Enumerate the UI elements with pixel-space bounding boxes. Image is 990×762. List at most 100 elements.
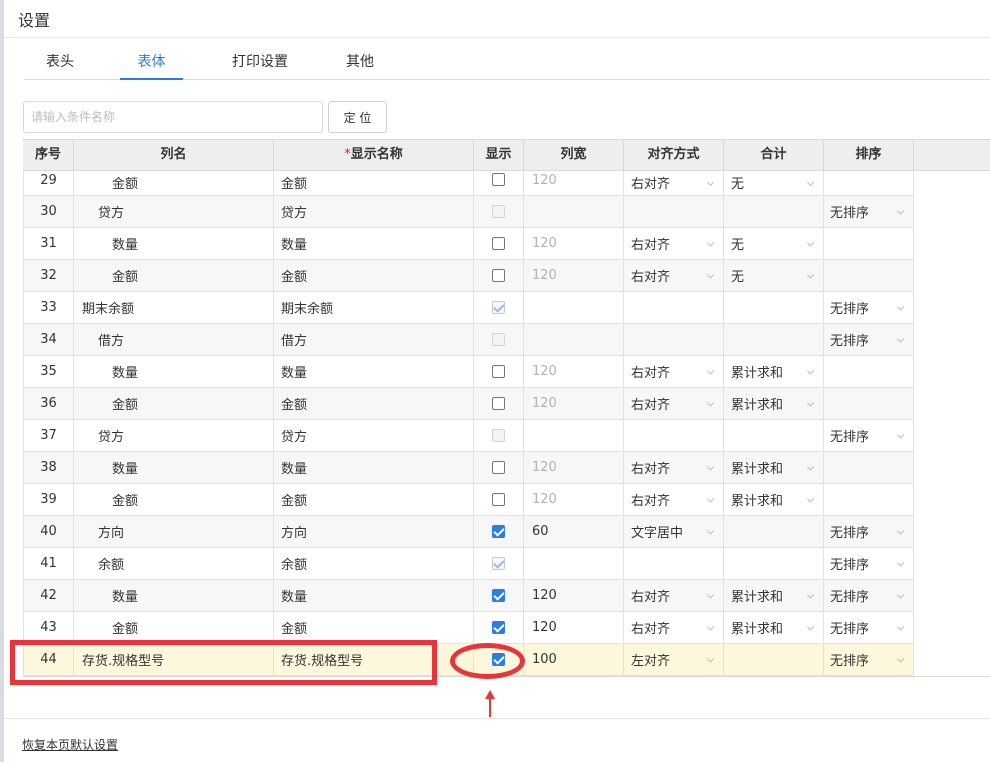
sort-select[interactable]: 无排序 — [824, 292, 914, 323]
width-cell[interactable]: 100 — [524, 644, 624, 675]
column-width-value: 120 — [532, 492, 557, 507]
column-name-cell: 存货.规格型号 — [74, 644, 274, 675]
row-index-cell: 33 — [23, 292, 74, 323]
sort-select[interactable]: 无排序 — [824, 516, 914, 547]
show-checkbox[interactable] — [492, 269, 505, 282]
show-checkbox[interactable] — [492, 397, 505, 410]
width-cell[interactable]: 120 — [524, 228, 624, 259]
total-value: 累计求和 — [731, 398, 784, 413]
tab-other[interactable]: 其他 — [330, 46, 390, 80]
display-name-cell[interactable]: 贷方 — [274, 196, 474, 227]
show-checkbox[interactable] — [492, 525, 505, 538]
header-index: 序号 — [23, 140, 74, 170]
show-checkbox[interactable] — [492, 237, 505, 250]
total-value: 无 — [731, 177, 745, 192]
display-name-cell[interactable]: 期末余额 — [274, 292, 474, 323]
restore-defaults-link[interactable]: 恢复本页默认设置 — [22, 736, 118, 753]
display-name: 方向 — [281, 526, 308, 541]
condition-search-input[interactable] — [23, 101, 323, 133]
display-name-cell[interactable]: 金额 — [274, 612, 474, 643]
alignment-select[interactable]: 右对齐 — [624, 260, 724, 291]
column-name-cell: 金额 — [74, 388, 274, 419]
show-checkbox[interactable] — [492, 365, 505, 378]
total-select[interactable]: 累计求和 — [724, 388, 824, 419]
display-name: 期末余额 — [281, 302, 334, 317]
display-name-cell[interactable]: 余额 — [274, 548, 474, 579]
show-checkbox[interactable] — [492, 653, 505, 666]
width-cell[interactable]: 120 — [524, 171, 624, 195]
width-cell[interactable]: 120 — [524, 484, 624, 515]
column-name: 金额 — [112, 622, 139, 637]
width-cell[interactable]: 120 — [524, 612, 624, 643]
display-name: 贷方 — [281, 430, 308, 445]
width-cell[interactable]: 120 — [524, 452, 624, 483]
sort-select[interactable]: 无排序 — [824, 196, 914, 227]
alignment-select[interactable]: 右对齐 — [624, 452, 724, 483]
display-name-cell[interactable]: 金额 — [274, 484, 474, 515]
width-cell[interactable]: 120 — [524, 580, 624, 611]
total-select[interactable]: 累计求和 — [724, 580, 824, 611]
display-name-cell[interactable]: 数量 — [274, 580, 474, 611]
table-row: 36 金额 金额 120 右对齐 累计求和 — [23, 388, 914, 420]
sort-select[interactable]: 无排序 — [824, 612, 914, 643]
width-cell[interactable]: 60 — [524, 516, 624, 547]
show-checkbox[interactable] — [492, 589, 505, 602]
alignment-select[interactable]: 右对齐 — [624, 356, 724, 387]
column-name: 数量 — [112, 462, 139, 477]
show-checkbox[interactable] — [492, 173, 505, 186]
dialog-title-bar: 设置 — [4, 0, 990, 38]
total-select[interactable]: 累计求和 — [724, 612, 824, 643]
display-name-cell[interactable]: 金额 — [274, 171, 474, 195]
chevron-down-icon — [806, 270, 815, 279]
sort-select[interactable]: 无排序 — [824, 420, 914, 451]
tab-body[interactable]: 表体 — [120, 46, 183, 80]
total-select[interactable]: 无 — [724, 171, 824, 195]
display-name-cell[interactable]: 存货.规格型号 — [274, 644, 474, 675]
sort-select[interactable]: 无排序 — [824, 580, 914, 611]
sort-select[interactable]: 无排序 — [824, 548, 914, 579]
locate-button[interactable]: 定 位 — [328, 101, 387, 133]
alignment-select[interactable]: 文字居中 — [624, 516, 724, 547]
total-select[interactable]: 累计求和 — [724, 452, 824, 483]
alignment-select[interactable]: 右对齐 — [624, 580, 724, 611]
display-name-cell[interactable]: 金额 — [274, 388, 474, 419]
show-checkbox[interactable] — [492, 621, 505, 634]
alignment-select[interactable]: 右对齐 — [624, 484, 724, 515]
row-index: 34 — [40, 332, 57, 347]
alignment-select[interactable]: 左对齐 — [624, 644, 724, 675]
display-name-cell[interactable]: 贷方 — [274, 420, 474, 451]
row-index: 33 — [40, 300, 57, 315]
display-name-cell[interactable]: 方向 — [274, 516, 474, 547]
display-name-cell[interactable]: 数量 — [274, 452, 474, 483]
tab-header[interactable]: 表头 — [24, 46, 96, 80]
sort-value: 无排序 — [830, 654, 870, 669]
show-checkbox — [492, 301, 505, 314]
width-cell[interactable]: 120 — [524, 260, 624, 291]
total-select[interactable]: 累计求和 — [724, 484, 824, 515]
alignment-select[interactable]: 右对齐 — [624, 228, 724, 259]
column-name: 余额 — [98, 558, 125, 573]
row-index: 37 — [40, 428, 57, 443]
show-checkbox[interactable] — [492, 493, 505, 506]
display-name-cell[interactable]: 金额 — [274, 260, 474, 291]
show-checkbox[interactable] — [492, 461, 505, 474]
total-select — [724, 516, 824, 547]
width-cell[interactable]: 120 — [524, 388, 624, 419]
row-index-cell: 35 — [23, 356, 74, 387]
display-name-cell[interactable]: 数量 — [274, 356, 474, 387]
sort-select[interactable]: 无排序 — [824, 644, 914, 675]
alignment-select[interactable]: 右对齐 — [624, 388, 724, 419]
alignment-select[interactable]: 右对齐 — [624, 612, 724, 643]
width-cell[interactable]: 120 — [524, 356, 624, 387]
chevron-down-icon — [896, 302, 905, 311]
total-select[interactable]: 无 — [724, 228, 824, 259]
alignment-select[interactable]: 右对齐 — [624, 171, 724, 195]
total-select[interactable]: 无 — [724, 260, 824, 291]
display-name-cell[interactable]: 数量 — [274, 228, 474, 259]
sort-select — [824, 228, 914, 259]
tab-print-settings[interactable]: 打印设置 — [218, 46, 302, 80]
total-select[interactable]: 累计求和 — [724, 356, 824, 387]
display-name-cell[interactable]: 借方 — [274, 324, 474, 355]
table-row: 30 贷方 贷方 无排序 — [23, 196, 914, 228]
sort-select[interactable]: 无排序 — [824, 324, 914, 355]
